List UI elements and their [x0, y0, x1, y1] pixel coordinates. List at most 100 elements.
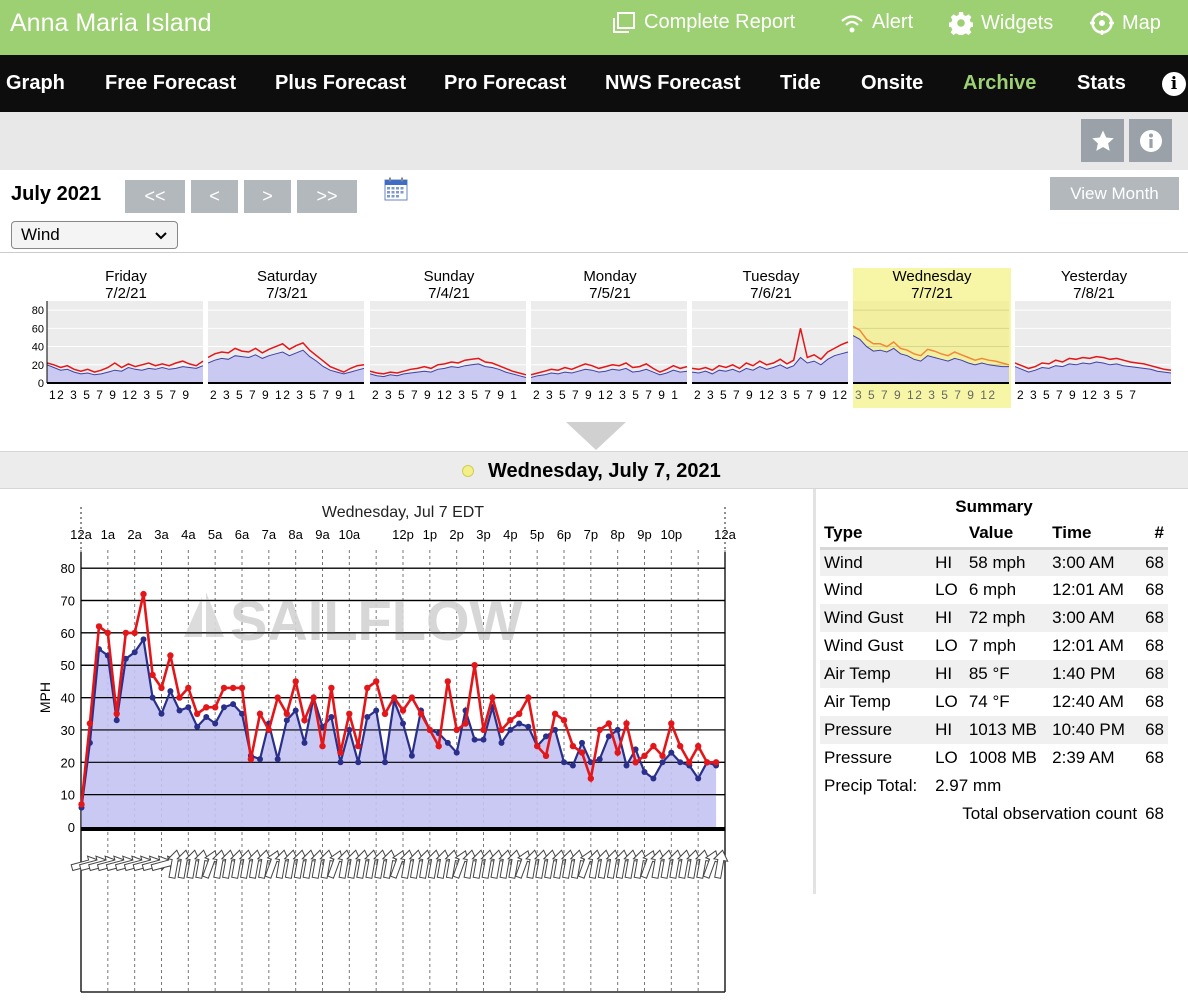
day-thumb-sunday[interactable]: Sunday 7/4/21 2 3 5 7 9 12 3 5 7 9 1 [370, 268, 528, 408]
gust-point [614, 749, 621, 756]
summary-cell-time: 3:00 AM [1048, 548, 1142, 576]
nav-onsite[interactable]: Onsite [861, 72, 923, 95]
nav-archive[interactable]: Archive [963, 72, 1036, 95]
nav-free-forecast[interactable]: Free Forecast [105, 72, 236, 95]
next-week-button[interactable]: > [244, 180, 291, 213]
gust-point [194, 710, 201, 717]
thumb-hour-ticks: 2 3 5 7 9 12 3 5 7 9 1 [372, 388, 518, 402]
x-tick-label: 7a [262, 527, 277, 542]
alert-label: Alert [872, 11, 914, 33]
nav-stats[interactable]: Stats [1077, 72, 1126, 95]
y-tick-label: 80 [61, 561, 75, 576]
summary-cell-time: 1:40 PM [1048, 660, 1142, 688]
complete-report-link[interactable]: Complete Report [612, 11, 795, 34]
gust-point [265, 726, 272, 734]
wind-point [292, 707, 299, 714]
x-tick-label: 4p [503, 527, 517, 542]
day-thumb-wednesday[interactable]: Wednesday 7/7/21 3 5 7 9 12 3 5 7 9 12 [853, 268, 1011, 408]
chart-title: Wednesday, Jul 7 EDT [322, 504, 484, 521]
nav-nws-forecast[interactable]: NWS Forecast [605, 72, 741, 95]
day-thumb-monday[interactable]: Monday 7/5/21 2 3 5 7 9 12 3 5 7 9 1 [531, 268, 689, 408]
summary-header-row: Type Value Time # [820, 520, 1168, 550]
summary-row: Pressure HI 1013 MB 10:40 PM 68 [820, 716, 1168, 744]
x-tick-label: 9a [315, 527, 330, 542]
wind-point [444, 739, 451, 746]
wind-point [471, 736, 478, 743]
day-header: Wednesday, July 7, 2021 [0, 451, 1188, 489]
prev-month-button[interactable]: << [125, 180, 185, 213]
gust-point [444, 678, 451, 685]
gust-point [408, 694, 416, 701]
wind-point [131, 649, 138, 656]
prev-week-button[interactable]: < [191, 180, 238, 213]
top-bar: Anna Maria Island Complete Report Alert … [0, 0, 1188, 55]
wind-point [668, 749, 675, 756]
x-tick-label: 4a [181, 527, 196, 542]
summary-cell-type: Wind [824, 580, 863, 599]
nav-tide[interactable]: Tide [780, 72, 821, 95]
metric-select[interactable]: Wind [11, 221, 178, 249]
wind-point [230, 701, 237, 708]
day-thumb-saturday[interactable]: Saturday 7/3/21 2 3 5 7 9 12 3 5 7 9 1 [208, 268, 366, 408]
gust-point [319, 742, 326, 750]
panel-divider [813, 489, 816, 894]
gust-point [569, 742, 577, 750]
gust-point [256, 710, 264, 717]
day-thumb-yesterday[interactable]: Yesterday 7/8/21 2 3 5 7 9 12 3 5 7 [1015, 268, 1173, 408]
wind-point [408, 752, 415, 759]
nav-plus-forecast[interactable]: Plus Forecast [275, 72, 406, 95]
favorite-button[interactable] [1081, 119, 1124, 162]
thumb-hour-ticks: 2 3 5 7 9 12 3 5 7 [1017, 388, 1137, 402]
gust-point [507, 717, 514, 724]
summary-cell-value: 7 mph [968, 636, 1017, 655]
gust-point [346, 710, 353, 717]
wind-point [158, 710, 165, 717]
alert-link[interactable]: Alert [840, 11, 913, 34]
wind-point [283, 717, 290, 724]
day-thumb-tuesday[interactable]: Tuesday 7/6/21 2 3 5 7 9 12 3 5 7 9 12 [692, 268, 850, 408]
y-axis-label: MPH [37, 682, 53, 713]
gust-point [417, 710, 425, 717]
x-tick-label: 7p [584, 527, 598, 542]
col-count: # [1141, 520, 1168, 550]
wind-point [221, 704, 227, 711]
x-tick-label: 6a [235, 527, 250, 542]
widgets-link[interactable]: Widgets [949, 11, 1053, 35]
gust-point [283, 710, 290, 717]
x-tick-label: 5a [208, 527, 223, 542]
summary-row: Pressure LO 1008 MB 2:39 AM 68 [820, 744, 1168, 772]
y-tick-label: 70 [61, 594, 75, 609]
day-thumb-friday[interactable]: Friday 7/2/21 12 3 5 7 9 12 3 5 7 9 0 20 40 60… [0, 268, 205, 408]
day-thumb-chart: 12 3 5 7 9 12 3 5 7 9 0 20 40 60 80 [32, 301, 204, 402]
widgets-label: Widgets [981, 11, 1054, 34]
nav-info-icon[interactable]: i [1162, 72, 1186, 96]
thumb-y-tick: 80 [32, 305, 44, 317]
summary-cell-count: 68 [1141, 548, 1168, 576]
nav-graph[interactable]: Graph [6, 72, 65, 95]
summary-row: Wind Gust HI 72 mph 3:00 AM 68 [820, 604, 1168, 632]
view-month-button[interactable]: View Month [1050, 177, 1179, 210]
x-tick-label: 12a [714, 527, 736, 542]
summary-cell-type: Air Temp [824, 692, 891, 711]
summary-cell-time: 12:01 AM [1052, 580, 1124, 599]
thumb-y-tick: 20 [32, 360, 44, 372]
gust-point [695, 742, 702, 750]
wind-point [257, 756, 263, 763]
calendar-icon[interactable] [384, 177, 408, 201]
gust-point [122, 629, 129, 637]
gust-point [560, 717, 568, 724]
gust-point [686, 759, 693, 766]
wind-area [81, 639, 717, 827]
gust-point [462, 720, 469, 727]
gust-point [578, 749, 586, 756]
summary-cell-time: 3:00 AM [1048, 604, 1142, 632]
gust-point [399, 707, 407, 714]
thumb-hour-ticks: 2 3 5 7 9 12 3 5 7 9 1 [210, 388, 356, 402]
nav-pro-forecast[interactable]: Pro Forecast [444, 72, 566, 95]
next-month-button[interactable]: >> [297, 180, 357, 213]
gust-point [310, 694, 317, 701]
map-link[interactable]: Map [1090, 11, 1161, 35]
summary-cell-hilo: HI [931, 548, 965, 576]
info-button[interactable] [1129, 119, 1172, 162]
month-title: July 2021 [11, 183, 102, 205]
